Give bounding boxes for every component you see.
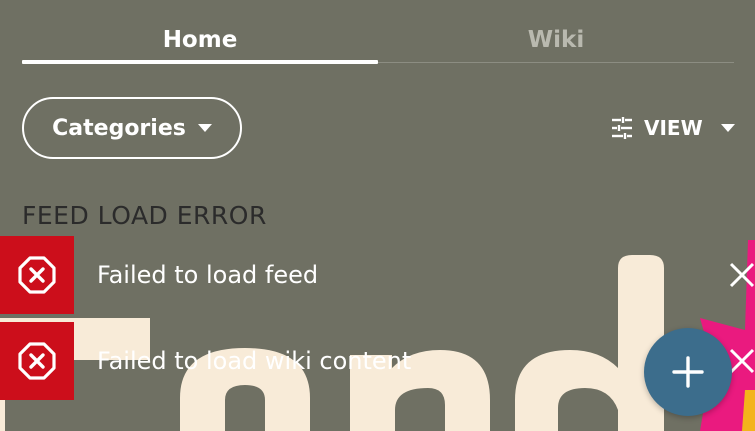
error-notification: Failed to load wiki content	[0, 322, 755, 400]
error-message: Failed to load feed	[97, 261, 319, 289]
view-dropdown-button[interactable]: VIEW	[610, 112, 735, 144]
tab-bar: Home Wiki	[22, 22, 734, 64]
add-fab-button[interactable]	[644, 328, 732, 416]
plus-icon	[672, 356, 704, 388]
caret-down-icon	[197, 124, 212, 132]
sliders-icon	[612, 117, 632, 139]
active-tab-indicator	[22, 60, 378, 64]
tab-divider	[378, 62, 734, 63]
error-octagon-x-icon	[18, 342, 56, 380]
tab-home[interactable]: Home	[22, 22, 378, 62]
error-octagon-x-icon	[18, 256, 56, 294]
categories-dropdown-button[interactable]: Categories	[22, 97, 242, 159]
error-icon-box	[0, 236, 74, 314]
tab-wiki[interactable]: Wiki	[378, 22, 734, 62]
caret-down-icon	[720, 124, 735, 132]
categories-label: Categories	[52, 115, 186, 141]
feed-error-heading: FEED LOAD ERROR	[22, 201, 267, 230]
view-label: VIEW	[644, 116, 703, 140]
error-notification: Failed to load feed	[0, 236, 755, 314]
error-icon-box	[0, 322, 74, 400]
close-x-icon[interactable]	[727, 260, 755, 290]
error-message: Failed to load wiki content	[97, 347, 412, 375]
